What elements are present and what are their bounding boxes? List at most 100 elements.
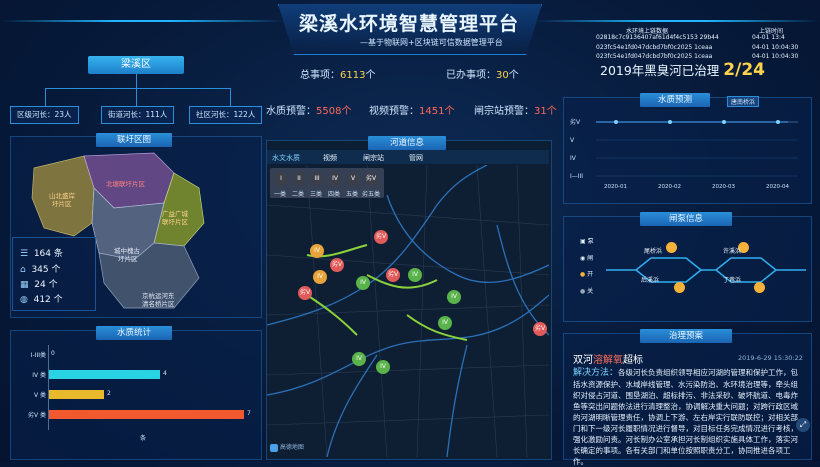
map-marker-iv[interactable]: IV: [356, 276, 370, 290]
map-marker-inferior-v[interactable]: 劣V: [533, 322, 547, 336]
black-river-value: 2/24: [723, 60, 765, 80]
legend-label: 关: [587, 288, 594, 295]
legend-row-homes: ⌂ 345 个: [20, 262, 61, 275]
region-map-title: 联圩区图: [96, 133, 172, 147]
done-items-stat: 已办事项：30个: [446, 66, 519, 81]
map-marker-iv[interactable]: IV: [352, 352, 366, 366]
gate-alert-label: 闸宗站预警：: [474, 106, 534, 117]
forecast-point[interactable]: [722, 120, 726, 124]
map-marker-iv[interactable]: IV: [376, 360, 390, 374]
class-label: 三类: [310, 191, 323, 198]
alert-indicator: 溶解氧: [593, 355, 623, 366]
gate-station-icon[interactable]: [674, 282, 685, 293]
alert-river: 双河: [573, 355, 593, 366]
bar[interactable]: [48, 390, 104, 399]
map-area-label: 广益广城联圩片区: [162, 209, 189, 226]
district-tree-line: [230, 88, 231, 106]
map-marker-inferior-v[interactable]: 劣V: [374, 230, 388, 244]
tab-gate-station[interactable]: 闸宗站: [363, 153, 384, 163]
black-river-label: 2019年黑臭河已治理: [600, 63, 720, 78]
tab-pipe-network[interactable]: 管网: [409, 153, 423, 163]
total-items-label: 总事项：: [300, 70, 340, 81]
page-subtitle: —基于物联网+区块链可信数据管理平台: [360, 38, 503, 47]
class-iii-button[interactable]: III: [310, 172, 324, 186]
map-marker-iv[interactable]: IV: [310, 244, 324, 258]
forecast-point[interactable]: [668, 120, 672, 124]
street-leader-box[interactable]: 街道河长：111人: [101, 106, 175, 124]
legend-label: 闸: [587, 255, 594, 262]
class-label: 二类: [292, 191, 305, 198]
total-items-value: 6113: [340, 70, 366, 81]
district-button[interactable]: 梁溪区: [88, 56, 184, 74]
map-area-label: 北塘联圩片区: [106, 179, 146, 188]
wq-forecast-title: 水质预测: [640, 93, 710, 107]
pump-icon: ▣: [580, 238, 586, 245]
alert-time: 2019-6-29 15:30:22: [738, 354, 803, 362]
tab-hydrology[interactable]: 水文水质: [272, 153, 300, 163]
water-stats-title: 水质统计: [96, 326, 172, 340]
station-label: 后溪浜: [641, 277, 660, 284]
bar-label: IV 类: [32, 372, 46, 379]
x-tick-label: 2020-04: [766, 184, 789, 190]
map-logo-icon: [270, 443, 278, 452]
header-line-right: [535, 20, 820, 22]
legend-row-calendar: ▦ 24 个: [20, 277, 58, 290]
open-dot-icon: ●: [580, 271, 586, 278]
header-line-left: [0, 20, 285, 22]
bar[interactable]: [48, 370, 160, 379]
water-stats-chart: I-III类 0 IV 类 4 V 类 2 劣V 类 7 条: [14, 345, 254, 450]
expand-icon[interactable]: ⤢: [796, 418, 810, 432]
community-leader-box[interactable]: 社区河长：122人: [189, 106, 263, 124]
map-marker-iv[interactable]: IV: [408, 268, 422, 282]
globe-icon: ◍: [20, 295, 28, 305]
gate-station-icon[interactable]: [754, 282, 765, 293]
bar[interactable]: [48, 410, 244, 419]
forecast-point[interactable]: [614, 120, 618, 124]
blockchain-row-time: 04-01 10:04:30: [752, 44, 799, 51]
map-marker-iv[interactable]: IV: [438, 316, 452, 330]
map-credit-text: 高德地图: [279, 444, 304, 451]
legend-pump: ▣ 泵: [580, 236, 594, 245]
y-tick-label: IV: [570, 155, 577, 162]
map-marker-inferior-v[interactable]: 劣V: [386, 268, 400, 282]
map-marker-iv[interactable]: 劣V: [330, 258, 344, 272]
district-leader-box[interactable]: 区级河长：23人: [10, 106, 79, 124]
gate-icon: ◉: [580, 255, 586, 262]
map-credit: 高德地图: [270, 442, 304, 452]
map-area-label: 城中槐古圩片区: [114, 246, 141, 263]
alert-method-text: 各级河长负责组织领导相应河湖的管理和保护工作，包括水资源保护、水域岸线管理、水污…: [573, 368, 799, 466]
total-items-unit: 个: [365, 70, 376, 81]
legend-value: 412: [33, 295, 51, 305]
water-alert-label: 水质预警：: [266, 106, 316, 117]
video-alert-value: 1451: [419, 106, 445, 117]
district-tree-line: [45, 88, 230, 89]
map-marker-iv[interactable]: IV: [447, 290, 461, 304]
done-items-value: 30: [496, 70, 509, 81]
legend-gate: ◉ 闸: [580, 253, 593, 262]
district-tree-line: [45, 88, 46, 106]
class-v-button[interactable]: V: [346, 172, 360, 186]
y-tick-label: 劣V: [570, 118, 581, 126]
class-i-button[interactable]: I: [274, 172, 288, 186]
total-items-stat: 总事项：6113个: [300, 66, 375, 81]
map-marker-inferior-v[interactable]: 劣V: [298, 286, 312, 300]
blockchain-row-hash: 023fc54e1fd047dcbd7bf0c2025 1ceaa: [596, 44, 713, 51]
blockchain-row-hash: 02818c7c9136407af61d4f4c5153 29b44: [596, 34, 719, 41]
class-ii-button[interactable]: II: [292, 172, 306, 186]
legend-row-rivers: ☰ 164 条: [20, 246, 63, 259]
station-label: 许溪浜: [723, 248, 742, 255]
class-inferior-v-button[interactable]: 劣V: [364, 172, 378, 186]
gate-station-icon[interactable]: [666, 242, 677, 253]
tab-video[interactable]: 视频: [323, 153, 337, 163]
alert-heading: 双河溶解氧超标: [573, 351, 643, 366]
station-label: 丁巷浜: [723, 277, 742, 284]
class-iv-button[interactable]: IV: [328, 172, 342, 186]
forecast-point[interactable]: [776, 120, 780, 124]
bar-label: V 类: [33, 392, 46, 399]
bar-label: I-III类: [30, 352, 46, 359]
calendar-icon: ▦: [20, 280, 29, 290]
map-marker-iv[interactable]: IV: [313, 270, 327, 284]
blockchain-row-hash: 023fc54e1fd047dcbd7bf0c2025 1ceaa: [596, 53, 713, 60]
wq-forecast-tag[interactable]: 唐南桥浜: [727, 96, 760, 107]
district-tree-line: [136, 88, 137, 106]
